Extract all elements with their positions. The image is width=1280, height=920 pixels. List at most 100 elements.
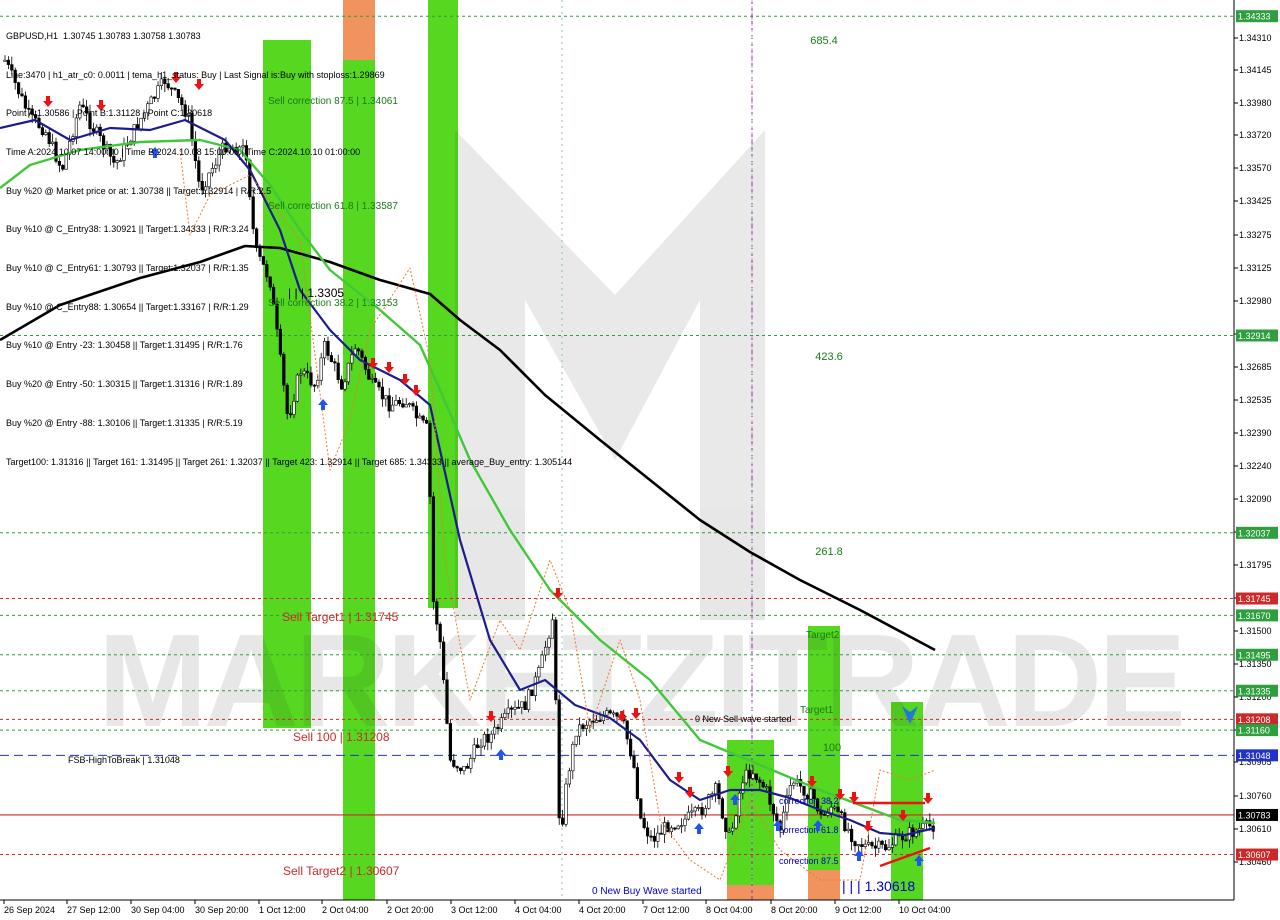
candle-body [846, 828, 850, 832]
candle-body [509, 707, 514, 710]
level-label-0: 685.4 [810, 35, 838, 47]
y-tick-label: 1.32535 [1239, 395, 1272, 405]
candle-body [438, 623, 442, 643]
candle-body [462, 766, 466, 771]
candle-body [574, 735, 578, 745]
candle-body [737, 792, 741, 817]
level-label-9: FSB-HighToBreak | 1.31048 [68, 755, 180, 765]
candle-body [870, 842, 874, 847]
annotation-4: 0 New Sell wave started [695, 714, 792, 724]
candle-body [676, 825, 680, 830]
candle-body [713, 783, 718, 795]
watermark-text: MARKETZITRADE [98, 607, 1183, 754]
candle-body [764, 786, 769, 789]
candle-body [550, 619, 554, 639]
candle-body [486, 734, 490, 743]
candle-body [768, 786, 772, 805]
candle-body [917, 828, 922, 831]
candle-body [849, 828, 854, 842]
candle-body [747, 769, 752, 779]
annotation-11: | | | 1.30618 [842, 878, 915, 894]
candle-body [788, 785, 792, 796]
candle-body [686, 811, 690, 820]
y-tick-label: 1.33720 [1239, 130, 1272, 140]
candle-body [594, 720, 599, 723]
info-line-4: Buy %20 @ Market price or at: 1.30738 ||… [6, 185, 272, 196]
candle-body [506, 707, 510, 714]
y-tick-label: 1.32390 [1239, 428, 1272, 438]
candle-body [673, 827, 677, 830]
candle-body [581, 724, 585, 729]
annotation-8: correction 38.2 [779, 796, 839, 806]
candle-body [584, 725, 588, 729]
candle-body [792, 782, 796, 786]
annotation-5: 0 New Buy Wave started [592, 886, 702, 897]
candle-body [669, 827, 673, 833]
info-line-6: Buy %10 @ C_Entry61: 1.30793 || Target:1… [6, 263, 249, 274]
level-label-7: Sell 100 | 1.31208 [293, 730, 390, 744]
x-tick-label: 9 Oct 12:00 [835, 905, 882, 915]
candle-body [873, 845, 877, 849]
candle-body [775, 813, 779, 822]
candle-body [431, 496, 436, 603]
candle-body [887, 847, 891, 851]
candle-body [598, 720, 602, 722]
candle-body [730, 827, 735, 832]
candle-body [639, 798, 643, 819]
candle-body [615, 712, 619, 717]
x-tick-label: 30 Sep 20:00 [195, 905, 249, 915]
y-tick-label: 1.30760 [1239, 791, 1272, 801]
price-badge-label-11: 1.30607 [1238, 850, 1271, 860]
x-tick-label: 27 Sep 12:00 [67, 905, 121, 915]
x-tick-label: 30 Sep 04:00 [131, 905, 185, 915]
candle-body [455, 766, 459, 769]
price-badge-label-10: 1.30783 [1238, 810, 1271, 820]
candle-body [540, 654, 544, 668]
candle-body [880, 840, 884, 845]
info-line-3: Time A:2024.10.07 14:00:00 | Time B:2024… [6, 146, 361, 157]
level-label-1: 423.6 [815, 351, 843, 363]
candle-body [904, 839, 908, 842]
candle-body [890, 844, 894, 848]
candle-body [475, 744, 480, 748]
candle-body [703, 807, 707, 816]
candle-body [441, 641, 446, 681]
candle-body [608, 710, 612, 714]
candle-body [564, 783, 568, 825]
price-badge-label-9: 1.31048 [1238, 751, 1271, 761]
candle-body [696, 807, 701, 809]
y-tick-label: 1.33980 [1239, 98, 1272, 108]
candle-body [771, 804, 775, 815]
info-line-5: Buy %10 @ C_Entry38: 1.30921 || Target:1… [6, 224, 249, 235]
candle-body [853, 841, 857, 847]
level-label-3: Sell Target1 | 1.31745 [282, 610, 399, 624]
y-tick-label: 1.34310 [1239, 33, 1272, 43]
candle-body [523, 701, 527, 710]
y-tick-label: 1.33275 [1239, 230, 1272, 240]
price-badge-label-3: 1.31745 [1238, 594, 1271, 604]
candle-body [700, 807, 704, 816]
candle-body [520, 701, 524, 708]
x-tick-label: 4 Oct 04:00 [515, 905, 562, 915]
candle-body [921, 823, 925, 829]
candle-body [496, 726, 500, 730]
candle-body [659, 832, 663, 835]
y-tick-label: 1.33425 [1239, 196, 1272, 206]
y-tick-label: 1.33570 [1239, 163, 1272, 173]
annotation-7: Target1 [800, 705, 834, 716]
candle-body [503, 712, 507, 718]
price-badge-label-5: 1.31495 [1238, 650, 1271, 660]
candle-body [560, 817, 565, 825]
candle-body [513, 706, 517, 710]
candle-body [754, 773, 758, 781]
candle-body [734, 815, 738, 829]
candle-body [656, 832, 660, 842]
candle-body [839, 811, 843, 814]
candle-body [690, 810, 694, 813]
candle-body [489, 733, 493, 743]
candle-body [877, 840, 881, 849]
x-tick-label: 8 Oct 20:00 [771, 905, 818, 915]
candle-body [479, 745, 483, 748]
x-tick-label: 1 Oct 12:00 [259, 905, 306, 915]
annotation-9: correction 61.8 [779, 825, 839, 835]
